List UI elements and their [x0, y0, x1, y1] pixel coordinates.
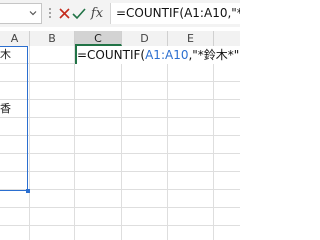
column-header-row: A B C D E — [0, 31, 240, 47]
name-box[interactable] — [0, 3, 42, 24]
gridline — [0, 99, 240, 100]
formula-suffix: ,"*鈴木*") — [188, 48, 240, 62]
cell-a5[interactable] — [0, 118, 28, 136]
column-header-c[interactable]: C — [75, 31, 122, 46]
gridline — [29, 46, 30, 240]
gridline — [74, 46, 75, 240]
cell-grid[interactable]: 木 香 =COUNTIF(A1:A10,"*鈴木*") — [0, 46, 240, 240]
gridline — [0, 225, 240, 226]
column-header-a[interactable]: A — [0, 31, 30, 46]
formula-input[interactable]: =COUNTIF(A1:A10,"*鈴木*") — [110, 3, 240, 24]
formula-prefix: =COUNTIF( — [77, 48, 146, 62]
gridline — [0, 171, 240, 172]
cell-a8[interactable] — [0, 172, 28, 190]
formula-range-reference: A1:A10 — [145, 48, 189, 62]
cell-a10[interactable] — [0, 208, 28, 226]
insert-function-button[interactable]: fx — [88, 5, 106, 23]
gridline — [0, 207, 240, 208]
gridline — [213, 46, 214, 240]
column-header-e[interactable]: E — [168, 31, 214, 46]
gridline — [0, 153, 240, 154]
cell-a4[interactable]: 香 — [0, 100, 28, 118]
cell-a2[interactable] — [0, 64, 28, 82]
cell-editor[interactable]: =COUNTIF(A1:A10,"*鈴木*") — [77, 46, 240, 64]
range-resize-handle[interactable] — [26, 189, 30, 193]
gridline — [0, 117, 240, 118]
column-header-next[interactable] — [214, 31, 240, 46]
gridline — [0, 135, 240, 136]
cell-a9[interactable] — [0, 190, 28, 208]
cell-a1[interactable]: 木 — [0, 46, 28, 64]
enter-check-icon[interactable] — [70, 5, 88, 23]
cell-a6[interactable] — [0, 136, 28, 154]
formula-bar: fx =COUNTIF(A1:A10,"*鈴木*") — [0, 0, 240, 28]
cell-a7[interactable] — [0, 154, 28, 172]
chevron-down-icon[interactable] — [28, 8, 38, 18]
column-header-b[interactable]: B — [30, 31, 75, 46]
spreadsheet-window: fx =COUNTIF(A1:A10,"*鈴木*") A B C D E 木 — [0, 0, 240, 240]
gridline — [167, 46, 168, 240]
column-header-d[interactable]: D — [122, 31, 168, 46]
formula-bar-drag-handle[interactable] — [47, 7, 53, 21]
gridline — [121, 46, 122, 240]
gridline — [0, 189, 240, 190]
cell-a3[interactable] — [0, 82, 28, 100]
gridline — [0, 81, 240, 82]
